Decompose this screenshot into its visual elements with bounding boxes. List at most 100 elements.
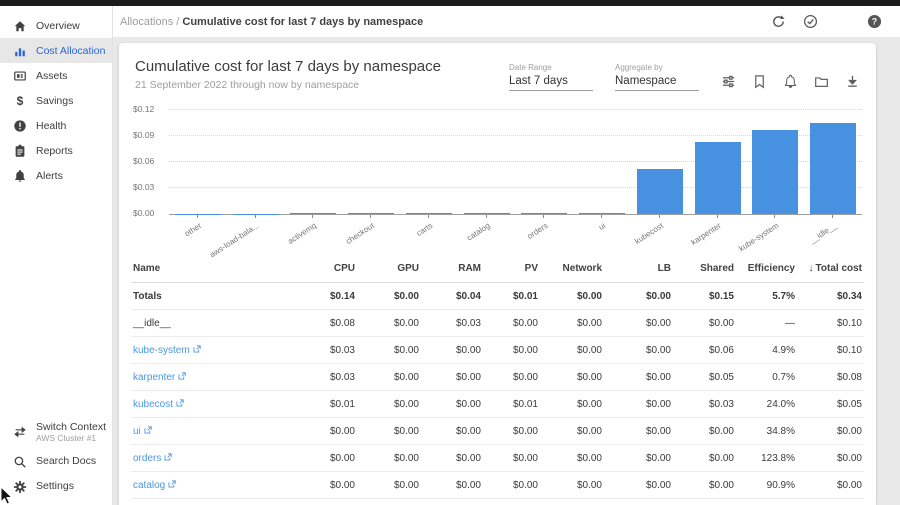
namespace-link-orders[interactable]: orders [133,453,172,464]
cell-network: $0.00 [540,364,604,391]
breadcrumb-current: Cumulative cost for last 7 days by names… [182,16,423,28]
sidebar-item-label: Alerts [36,170,63,182]
external-link-icon [144,426,152,437]
cell-pv: $0.00 [483,418,540,445]
column-header-total-cost[interactable]: ↓Total cost [797,255,864,283]
bar-karpenter[interactable] [695,142,741,214]
chart-x-label-kubecost: kubecost [631,215,689,249]
aggregate-by-select[interactable]: Aggregate by Namespace [615,63,699,91]
namespace-link-kubecost[interactable]: kubecost [133,399,184,410]
bookmark-icon[interactable] [752,74,767,89]
sidebar: OverviewCost AllocationAssets$SavingsHea… [0,6,113,505]
check-circle-icon[interactable] [803,14,818,29]
table-row-totals[interactable]: Totals$0.14$0.00$0.04$0.01$0.00$0.00$0.1… [131,283,864,310]
sidebar-item-cost-allocation[interactable]: Cost Allocation [0,38,112,63]
aggregate-by-label: Aggregate by [615,63,699,72]
breadcrumb: Allocations / Cumulative cost for last 7… [120,16,423,28]
sidebar-item-label: Settings [36,480,74,493]
sidebar-item-assets[interactable]: Assets [0,63,112,88]
table-row-karpenter[interactable]: karpenter$0.03$0.00$0.00$0.00$0.00$0.00$… [131,364,864,391]
namespace-link-kube-system[interactable]: kube-system [133,345,201,356]
card-header: Cumulative cost for last 7 days by names… [131,43,864,95]
cell-lb: $0.00 [604,364,673,391]
cell-name: kubecost [131,391,299,418]
cell-pv: $0.01 [483,283,540,310]
sidebar-item-overview[interactable]: Overview [0,13,112,38]
chart-bar-slot [342,111,400,214]
cell-gpu: $0.00 [357,391,421,418]
cell-efficiency: 24.0% [736,391,797,418]
chart-x-label-catalog: catalog [458,215,516,249]
bell-icon[interactable] [783,74,798,89]
column-header-ram[interactable]: RAM [421,255,483,283]
breadcrumb-section[interactable]: Allocations [120,16,173,28]
cell-gpu: $0.00 [357,310,421,337]
column-header-gpu[interactable]: GPU [357,255,421,283]
bar-catalog[interactable] [464,213,510,214]
card-title-block: Cumulative cost for last 7 days by names… [135,58,441,91]
table-row-ui[interactable]: ui$0.00$0.00$0.00$0.00$0.00$0.00$0.0034.… [131,418,864,445]
cell-pv: $0.00 [483,364,540,391]
refresh-icon[interactable] [771,14,786,29]
tune-icon[interactable] [721,74,736,89]
column-header-network[interactable]: Network [540,255,604,283]
cell-pv: $0.00 [483,337,540,364]
cell-total-cost: $0.10 [797,337,864,364]
cell-pv: $0.00 [483,310,540,337]
namespace-link-catalog[interactable]: catalog [133,480,176,491]
date-range-select[interactable]: Date Range Last 7 days [509,63,593,91]
cell-shared: $0.00 [673,472,736,499]
sidebar-item-savings[interactable]: $Savings [0,88,112,113]
bar-checkout[interactable] [348,213,394,214]
cell-name: catalog [131,472,299,499]
table-row-kube-system[interactable]: kube-system$0.03$0.00$0.00$0.00$0.00$0.0… [131,337,864,364]
download-icon[interactable] [845,74,860,89]
column-header-name[interactable]: Name [131,255,299,283]
chart-bar-slot [516,111,574,214]
cell-shared: $0.00 [673,310,736,337]
table-row-catalog[interactable]: catalog$0.00$0.00$0.00$0.00$0.00$0.00$0.… [131,472,864,499]
cell-name: kube-system [131,337,299,364]
bar-chart-icon [13,44,27,58]
cell-lb: $0.00 [604,337,673,364]
namespace-link-karpenter[interactable]: karpenter [133,372,186,383]
bar-ui[interactable] [579,213,625,214]
bar-kube-system[interactable] [752,130,798,214]
svg-text:?: ? [872,17,877,27]
column-header-efficiency[interactable]: Efficiency [736,255,797,283]
help-icon[interactable]: ? [867,14,882,29]
bar-__idle__[interactable] [810,123,856,214]
column-header-pv[interactable]: PV [483,255,540,283]
table-row-kubecost[interactable]: kubecost$0.01$0.00$0.00$0.01$0.00$0.00$0… [131,391,864,418]
sidebar-item-alerts[interactable]: Alerts [0,163,112,188]
sidebar-item-health[interactable]: Health [0,113,112,138]
sidebar-item-reports[interactable]: Reports [0,138,112,163]
namespace-link-ui[interactable]: ui [133,426,152,437]
bar-kubecost[interactable] [637,169,683,214]
sidebar-item-settings[interactable]: Settings [0,474,112,499]
sidebar-item-switch-context[interactable]: Switch ContextAWS Cluster #1 [0,415,112,449]
bar-orders[interactable] [521,213,567,214]
cell-cpu: $0.03 [299,364,357,391]
chart-bar-slot [689,111,747,214]
chart-bars [169,111,862,214]
column-header-shared[interactable]: Shared [673,255,736,283]
date-range-value[interactable]: Last 7 days [509,75,593,91]
table-row-orders[interactable]: orders$0.00$0.00$0.00$0.00$0.00$0.00$0.0… [131,445,864,472]
sidebar-nav: OverviewCost AllocationAssets$SavingsHea… [0,13,112,188]
aggregate-by-value[interactable]: Namespace [615,75,699,91]
table-row-__idle__[interactable]: __idle__$0.08$0.00$0.03$0.00$0.00$0.00$0… [131,310,864,337]
settings-icon[interactable] [835,14,850,29]
app-root: OverviewCost AllocationAssets$SavingsHea… [0,6,900,505]
cell-total-cost: $0.00 [797,445,864,472]
cell-network: $0.00 [540,472,604,499]
cell-efficiency: 123.8% [736,445,797,472]
external-link-icon [176,399,184,410]
column-header-lb[interactable]: LB [604,255,673,283]
column-header-cpu[interactable]: CPU [299,255,357,283]
bar-activemq[interactable] [290,213,336,214]
sidebar-item-search-docs[interactable]: Search Docs [0,449,112,474]
cost-bar-chart: $0.00$0.03$0.06$0.09$0.12 otheraws-load-… [133,111,862,249]
folder-icon[interactable] [814,74,829,89]
bar-carts[interactable] [406,213,452,214]
